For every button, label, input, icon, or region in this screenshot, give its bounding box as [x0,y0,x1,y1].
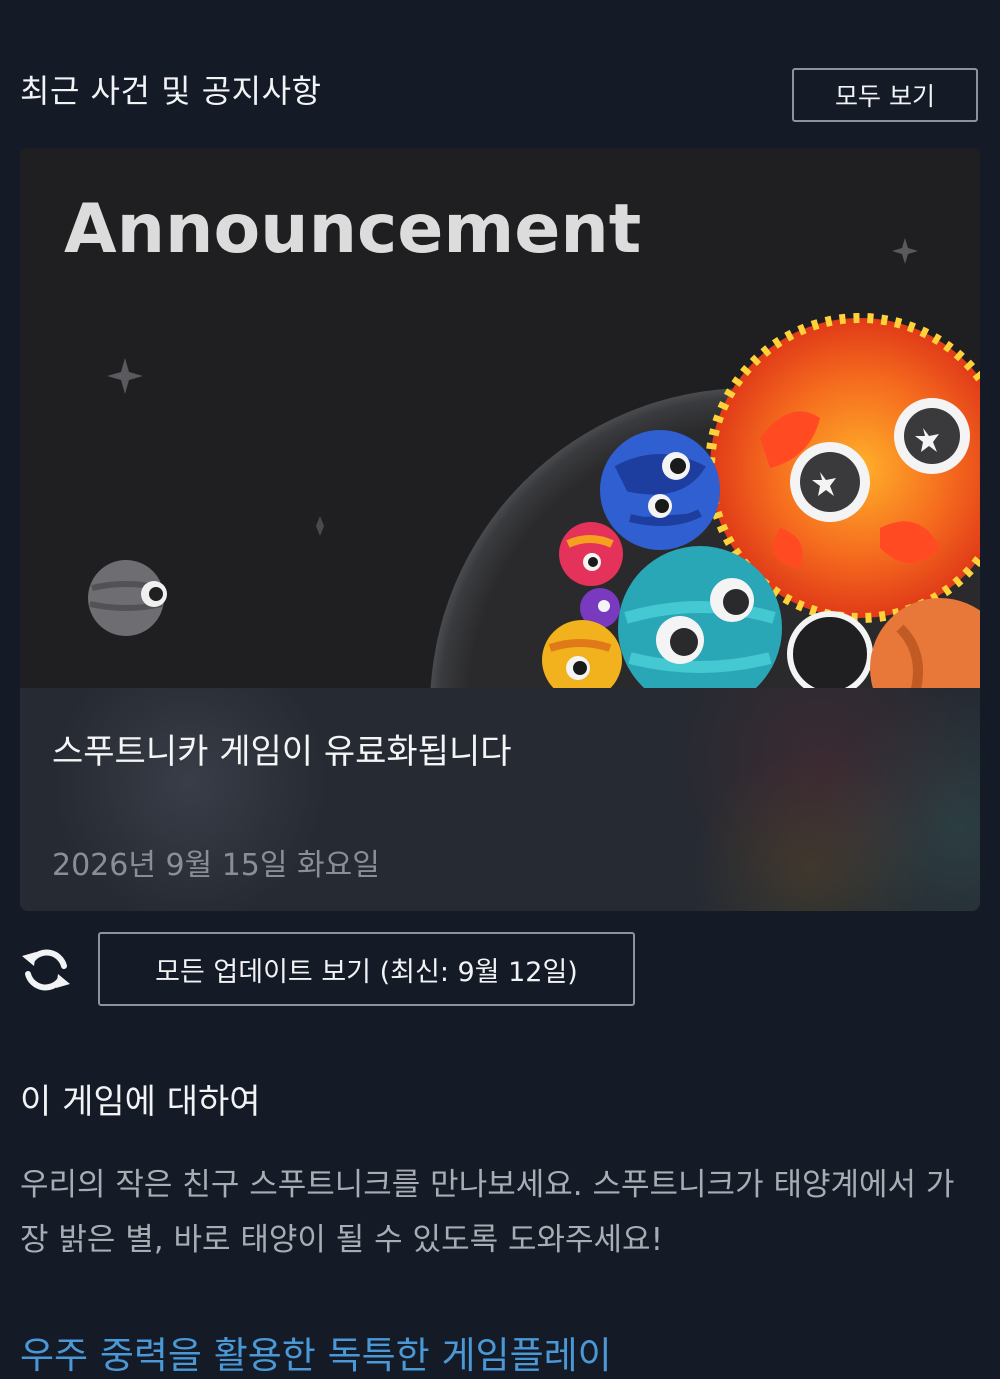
gameplay-section-heading: 우주 중력을 활용한 독특한 게임플레이 [20,1334,612,1377]
about-game-description: 우리의 작은 친구 스푸트니크를 만나보세요. 스푸트니크가 태양계에서 가장 … [20,1167,955,1258]
announcement-title[interactable]: 스푸트니카 게임이 유료화됩니다 [52,724,512,773]
announcement-banner-image: Announcement [20,148,980,688]
view-all-button[interactable]: 모두 보기 [792,68,978,122]
section-title: 최근 사건 및 공지사항 [20,72,322,110]
view-all-updates-button[interactable]: 모든 업데이트 보기 (최신: 9월 12일) [98,932,635,1006]
announcement-card[interactable]: Announcement 스푸트니카 게임이 유료화됩니다 2026년 9월 1… [20,148,980,911]
refresh-icon[interactable] [20,944,72,996]
banner-heading: Announcement [64,190,641,269]
announcement-date: 2026년 9월 15일 화요일 [52,848,380,883]
about-game-heading: 이 게임에 대하여 [20,1082,261,1122]
announcement-card-body: 스푸트니카 게임이 유료화됩니다 2026년 9월 15일 화요일 [20,688,980,911]
